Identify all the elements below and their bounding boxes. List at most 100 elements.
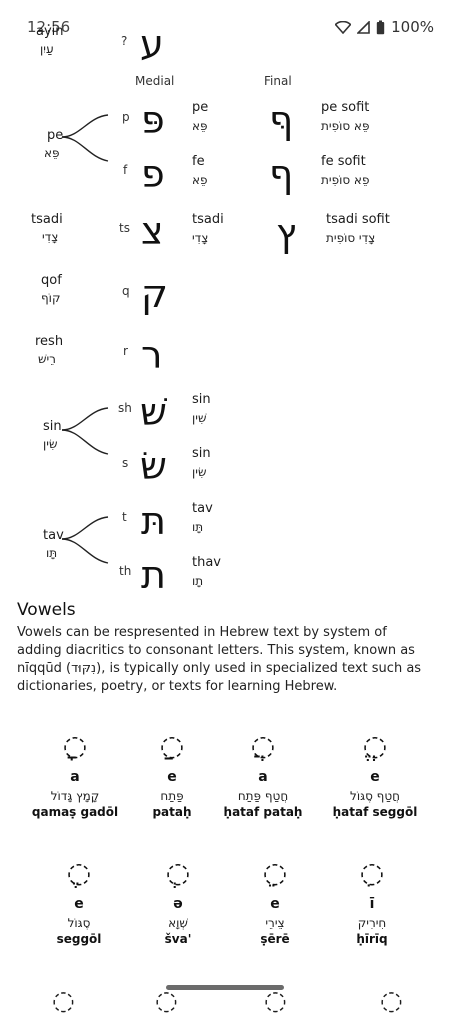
tav-name: tav xyxy=(43,528,64,543)
pe-f-final-name: fe sofit xyxy=(321,154,366,169)
vowel-hebrew-name: סֶגּוֹל xyxy=(67,916,91,930)
vowel-hebrew-name: קָמָץ גָּדוֹל xyxy=(50,789,100,803)
vowel-glyph: ◌ֱ xyxy=(362,729,388,762)
sin-s-medial-hebrew: שִׂין xyxy=(192,465,207,479)
qof-hebrew: קוֹף xyxy=(41,291,61,305)
tsadi-final-hebrew: צָדִי סוֹפִית xyxy=(326,231,376,245)
tsadi-translit: ts xyxy=(119,221,130,235)
vowel-glyph-partial: ◌ xyxy=(155,986,178,1016)
ayin-translit: ? xyxy=(121,34,128,48)
ayin-letter: ע xyxy=(140,22,164,66)
vowel-latin-name: ḥataf pataḥ xyxy=(223,805,303,819)
vowel-glyph: ◌ָ xyxy=(62,729,88,762)
final-header: Final xyxy=(264,74,292,88)
vowel-sound: a xyxy=(70,769,80,785)
sin-s-letter: שׂ xyxy=(140,444,167,488)
tav-t-letter: תּ xyxy=(141,499,166,543)
vowel-glyph-partial: ◌ xyxy=(380,986,403,1016)
sin-sh-translit: sh xyxy=(118,401,132,415)
tav-th-medial-hebrew: תָו xyxy=(192,574,204,588)
ayin-hebrew: עַיִן xyxy=(40,42,54,56)
pe-p-medial-name: pe xyxy=(192,100,209,115)
vowel-item: ◌ֵ e צֵירֵי ṣērē xyxy=(227,858,323,947)
wifi-icon xyxy=(335,20,352,34)
vowel-item: ◌ְ ə שְׁוָא šva' xyxy=(130,858,226,947)
medial-header: Medial xyxy=(135,74,175,88)
sin-branch-connector xyxy=(61,407,109,455)
vowel-latin-name: pataḥ xyxy=(152,805,192,819)
ayin-name: ayin xyxy=(36,24,64,39)
vowel-item: ◌ַ e פַּתַח pataḥ xyxy=(124,729,220,820)
sin-s-medial-name: sin xyxy=(192,446,211,461)
tav-th-medial-name: thav xyxy=(192,555,221,570)
tav-branch-connector xyxy=(61,516,109,564)
pe-f-final-letter: ף xyxy=(269,152,294,196)
resh-translit: r xyxy=(123,344,128,358)
vowel-glyph: ◌ַ xyxy=(159,729,185,762)
vowel-latin-name: ṣērē xyxy=(260,932,290,946)
pe-f-medial-hebrew: פֵא xyxy=(192,173,208,187)
vowels-heading: Vowels xyxy=(17,600,76,620)
sin-hebrew: שִׂין xyxy=(43,437,58,451)
vowel-hebrew-name: פַּתַח xyxy=(160,789,184,803)
tav-hebrew: תָּו xyxy=(46,546,58,560)
vowel-latin-name: seggōl xyxy=(56,932,102,946)
pe-f-final-hebrew: פֵא סוֹפִית xyxy=(321,173,370,187)
resh-hebrew: רֵישׁ xyxy=(38,352,56,366)
tsadi-medial-hebrew: צָדִי xyxy=(192,231,209,245)
vowel-sound: e xyxy=(370,769,380,785)
resh-letter: ר xyxy=(141,333,163,377)
qof-letter: ק xyxy=(141,272,168,316)
vowels-description: Vowels can be respresented in Hebrew tex… xyxy=(17,625,422,694)
vowel-hebrew-name: צֵירֵי xyxy=(265,916,285,930)
qof-translit: q xyxy=(122,284,130,298)
tav-th-translit: th xyxy=(119,564,132,578)
tsadi-name: tsadi xyxy=(31,212,63,227)
sin-s-translit: s xyxy=(122,456,129,470)
pe-p-final-hebrew: פֵּא סוֹפִית xyxy=(321,119,370,133)
vowel-glyph: ◌ִ xyxy=(359,856,385,889)
vowel-glyph-partial: ◌ xyxy=(52,986,75,1016)
tav-th-letter: ת xyxy=(141,553,166,597)
vowel-hebrew-name: חֲטַף פַּתַח xyxy=(237,789,289,803)
vowel-glyph: ◌ֶ xyxy=(66,856,92,889)
vowel-item: ◌ִ ī חִירִיק ḥīrīq xyxy=(324,856,420,947)
pe-f-medial-name: fe xyxy=(192,154,205,169)
vowel-latin-name: qamaṣ gadōl xyxy=(31,805,119,819)
sin-sh-medial-hebrew: שִׁין xyxy=(192,411,207,425)
vowel-item: ◌ֱ e חֲטַף סֶגּוֹל ḥataf seggōl xyxy=(327,729,423,820)
tsadi-letter: צ xyxy=(141,209,164,253)
tav-t-medial-name: tav xyxy=(192,501,213,516)
vowel-hebrew-name: חֲטַף סֶגּוֹל xyxy=(350,789,400,803)
pe-f-translit: f xyxy=(123,163,128,177)
vowel-sound: ə xyxy=(173,896,183,912)
qof-name: qof xyxy=(41,273,62,288)
tsadi-final-letter: ץ xyxy=(276,211,297,255)
resh-name: resh xyxy=(35,334,64,349)
pe-p-final-letter: ףּ xyxy=(269,98,294,142)
battery-level: 100% xyxy=(391,18,434,36)
pe-p-letter: פּ xyxy=(141,98,165,142)
pe-p-translit: p xyxy=(122,110,130,124)
vowel-sound: e xyxy=(74,896,84,912)
status-icons: 100% xyxy=(335,18,434,36)
vowel-item: ◌ָ a קָמָץ גָּדוֹל qamaṣ gadōl xyxy=(27,729,123,820)
sin-sh-letter: שׁ xyxy=(140,390,167,434)
tsadi-medial-name: tsadi xyxy=(192,212,224,227)
tav-t-medial-hebrew: תָּו xyxy=(192,520,204,534)
vowel-item: ◌ֲ a חֲטַף פַּתַח ḥataf pataḥ xyxy=(215,729,311,820)
pe-hebrew: פֵּא xyxy=(44,146,60,160)
vowel-glyph: ◌ֲ xyxy=(250,729,276,762)
vowel-sound: e xyxy=(167,769,177,785)
vowel-glyph-partial: ◌ xyxy=(264,986,287,1016)
sin-sh-medial-name: sin xyxy=(192,392,211,407)
vowel-sound: a xyxy=(258,769,268,785)
vowel-latin-name: ḥataf seggōl xyxy=(332,805,418,819)
pe-p-medial-hebrew: פֵּא xyxy=(192,119,208,133)
tsadi-hebrew: צָדִי xyxy=(42,230,59,244)
pe-branch-connector xyxy=(61,114,109,162)
gesture-nav-handle[interactable] xyxy=(166,985,284,990)
pe-name: pe xyxy=(47,128,64,143)
vowel-sound: ī xyxy=(369,896,375,912)
vowel-latin-name: ḥīrīq xyxy=(356,932,388,946)
